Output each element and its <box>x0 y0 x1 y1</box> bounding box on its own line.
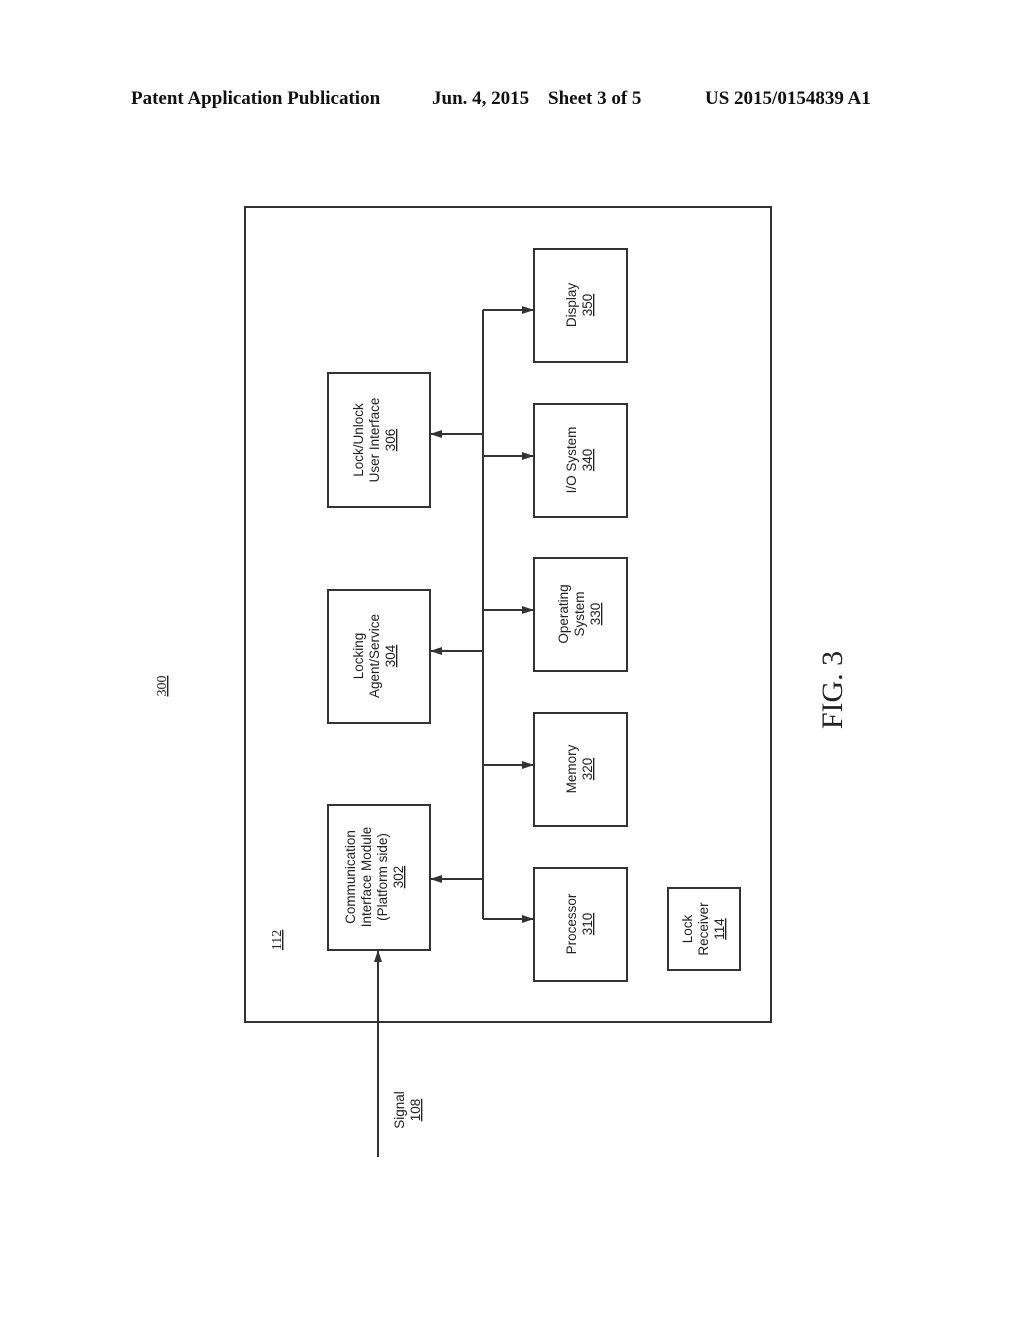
signal-label-group: Signal 108 <box>392 1091 423 1129</box>
svg-text:350: 350 <box>580 294 595 317</box>
svg-text:Lock/Unlock: Lock/Unlock <box>351 403 366 477</box>
io-system-label: I/O System 340 <box>564 427 595 494</box>
operating-system-label: Operating System 330 <box>556 584 603 643</box>
platform-box <box>244 206 772 1023</box>
svg-text:302: 302 <box>391 866 406 889</box>
lock-receiver-label: Lock Receiver 114 <box>680 902 727 956</box>
platform-ref-label: 112 <box>270 930 285 950</box>
svg-text:Operating: Operating <box>556 584 571 643</box>
display-label: Display 350 <box>564 283 595 328</box>
svg-text:Receiver: Receiver <box>696 902 711 956</box>
svg-text:Lock: Lock <box>680 914 695 943</box>
svg-text:System: System <box>572 591 587 636</box>
signal-ref: 108 <box>408 1099 423 1122</box>
svg-text:304: 304 <box>383 644 398 667</box>
memory-label: Memory 320 <box>564 744 595 793</box>
svg-text:330: 330 <box>588 603 603 626</box>
processor-label: Processor 310 <box>564 893 595 954</box>
svg-text:Processor: Processor <box>564 893 579 954</box>
svg-text:320: 320 <box>580 758 595 781</box>
diagram-ref-label: 300 <box>155 676 170 697</box>
svg-text:Interface Module: Interface Module <box>359 827 374 928</box>
figure-label: FIG. 3 <box>816 651 849 729</box>
svg-text:User Interface: User Interface <box>367 398 382 483</box>
svg-text:306: 306 <box>383 429 398 452</box>
block-diagram: 300 112 FIG. 3 Signal 108 Communication … <box>155 206 849 1157</box>
svg-text:Communication: Communication <box>343 830 358 924</box>
lock-unlock-user-interface-label: Lock/Unlock User Interface 306 <box>351 398 398 483</box>
svg-text:Agent/Service: Agent/Service <box>367 614 382 698</box>
svg-text:114: 114 <box>712 918 727 940</box>
svg-text:Memory: Memory <box>564 744 579 793</box>
svg-text:310: 310 <box>580 913 595 936</box>
svg-text:I/O System: I/O System <box>564 427 579 494</box>
communication-interface-module-label: Communication Interface Module (Platform… <box>343 827 406 928</box>
svg-text:340: 340 <box>580 449 595 472</box>
svg-text:Locking: Locking <box>351 633 366 680</box>
locking-agent-service-label: Locking Agent/Service 304 <box>351 614 398 698</box>
signal-label: Signal <box>392 1091 407 1129</box>
svg-text:Display: Display <box>564 283 579 328</box>
svg-text:(Platform side): (Platform side) <box>375 833 390 921</box>
